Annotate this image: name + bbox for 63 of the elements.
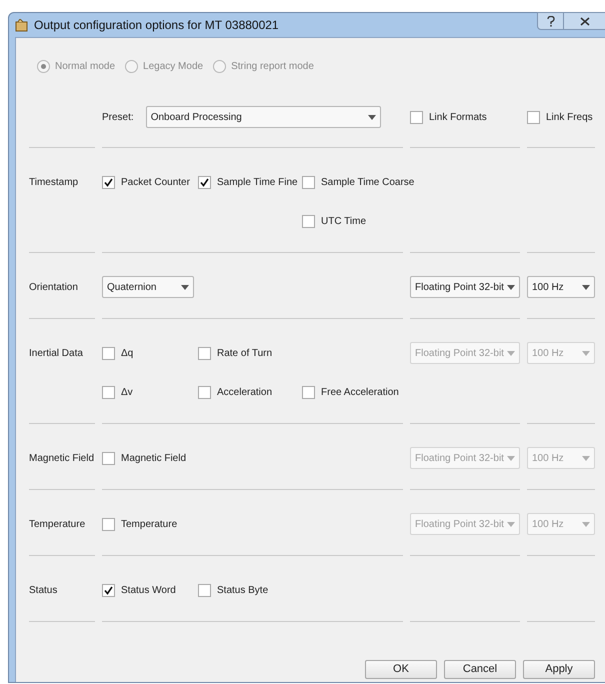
frequency-dropdown[interactable]: 100 Hz <box>527 276 595 298</box>
checkbox-option[interactable]: Link Freqs <box>527 106 593 128</box>
checkbox[interactable] <box>102 584 115 596</box>
checkbox-option[interactable]: Temperature <box>102 513 178 535</box>
checkbox-option[interactable]: Packet Counter <box>102 171 190 193</box>
dropdown-arrow-icon <box>582 350 590 356</box>
checkbox[interactable] <box>102 346 115 360</box>
checkbox-option[interactable]: Acceleration <box>198 381 272 403</box>
group-label: Status <box>29 584 58 598</box>
orientation-dropdown[interactable]: Quaternion <box>102 276 194 298</box>
preset-dropdown[interactable]: Onboard Processing <box>146 106 381 128</box>
checkbox-option[interactable]: Magnetic Field <box>102 447 186 469</box>
dropdown-arrow-icon <box>507 284 515 290</box>
checkbox[interactable] <box>102 518 115 530</box>
checkbox[interactable] <box>102 386 115 398</box>
group-label: Temperature <box>29 518 86 532</box>
checkbox[interactable] <box>102 176 115 188</box>
window-title: Output configuration options for MT 03880021 <box>34 17 279 34</box>
checkbox-option[interactable]: UTC Time <box>302 210 366 232</box>
group-label: Timestamp <box>29 176 78 190</box>
format-dropdown[interactable]: Floating Point 32-bit <box>410 276 520 298</box>
dropdown-arrow-icon <box>582 456 590 460</box>
preset-label: Preset: <box>102 110 134 124</box>
checkbox-option[interactable]: Δq <box>102 342 134 364</box>
dialog-button[interactable]: Apply <box>523 660 595 679</box>
checkbox-option[interactable]: Sample Time Fine <box>198 171 298 193</box>
group-label: Inertial Data <box>29 346 83 360</box>
group-label: Magnetic Field <box>29 452 94 466</box>
checkbox-option[interactable]: Status Word <box>102 579 176 601</box>
checkbox-option[interactable]: Free Acceleration <box>302 381 399 403</box>
checkbox[interactable] <box>527 110 540 124</box>
checkmark-icon <box>104 586 113 594</box>
dropdown-arrow-icon <box>368 114 376 120</box>
app-icon <box>15 18 28 32</box>
dropdown-arrow-icon <box>507 456 515 460</box>
dropdown-arrow-icon <box>582 284 590 290</box>
checkbox[interactable] <box>410 110 423 124</box>
checkbox[interactable] <box>302 176 315 188</box>
close-icon <box>580 16 590 26</box>
dropdown-arrow-icon <box>507 522 515 526</box>
checkbox[interactable] <box>198 346 211 360</box>
checkmark-icon <box>200 178 209 186</box>
checkbox[interactable] <box>198 584 211 596</box>
dropdown-arrow-icon <box>181 284 189 290</box>
checkbox-option[interactable]: Link Formats <box>410 106 487 128</box>
dropdown-arrow-icon <box>507 350 515 356</box>
checkbox[interactable] <box>302 386 315 398</box>
checkbox-option[interactable]: Rate of Turn <box>198 342 272 364</box>
dialog-button[interactable]: OK <box>365 660 437 679</box>
checkbox[interactable] <box>198 176 211 188</box>
dialog-button[interactable]: Cancel <box>444 660 516 679</box>
checkbox-option[interactable]: Sample Time Coarse <box>302 171 414 193</box>
close-button[interactable] <box>564 12 605 30</box>
dropdown-arrow-icon <box>582 522 590 526</box>
checkmark-icon <box>104 178 113 186</box>
checkbox[interactable] <box>302 214 315 228</box>
checkbox-option[interactable]: Δv <box>102 381 133 403</box>
group-label: Orientation <box>29 280 78 294</box>
help-icon <box>546 16 554 26</box>
checkbox[interactable] <box>198 386 211 398</box>
checkbox[interactable] <box>102 452 115 464</box>
checkbox-option[interactable]: Status Byte <box>198 579 268 601</box>
help-button[interactable] <box>537 12 564 30</box>
